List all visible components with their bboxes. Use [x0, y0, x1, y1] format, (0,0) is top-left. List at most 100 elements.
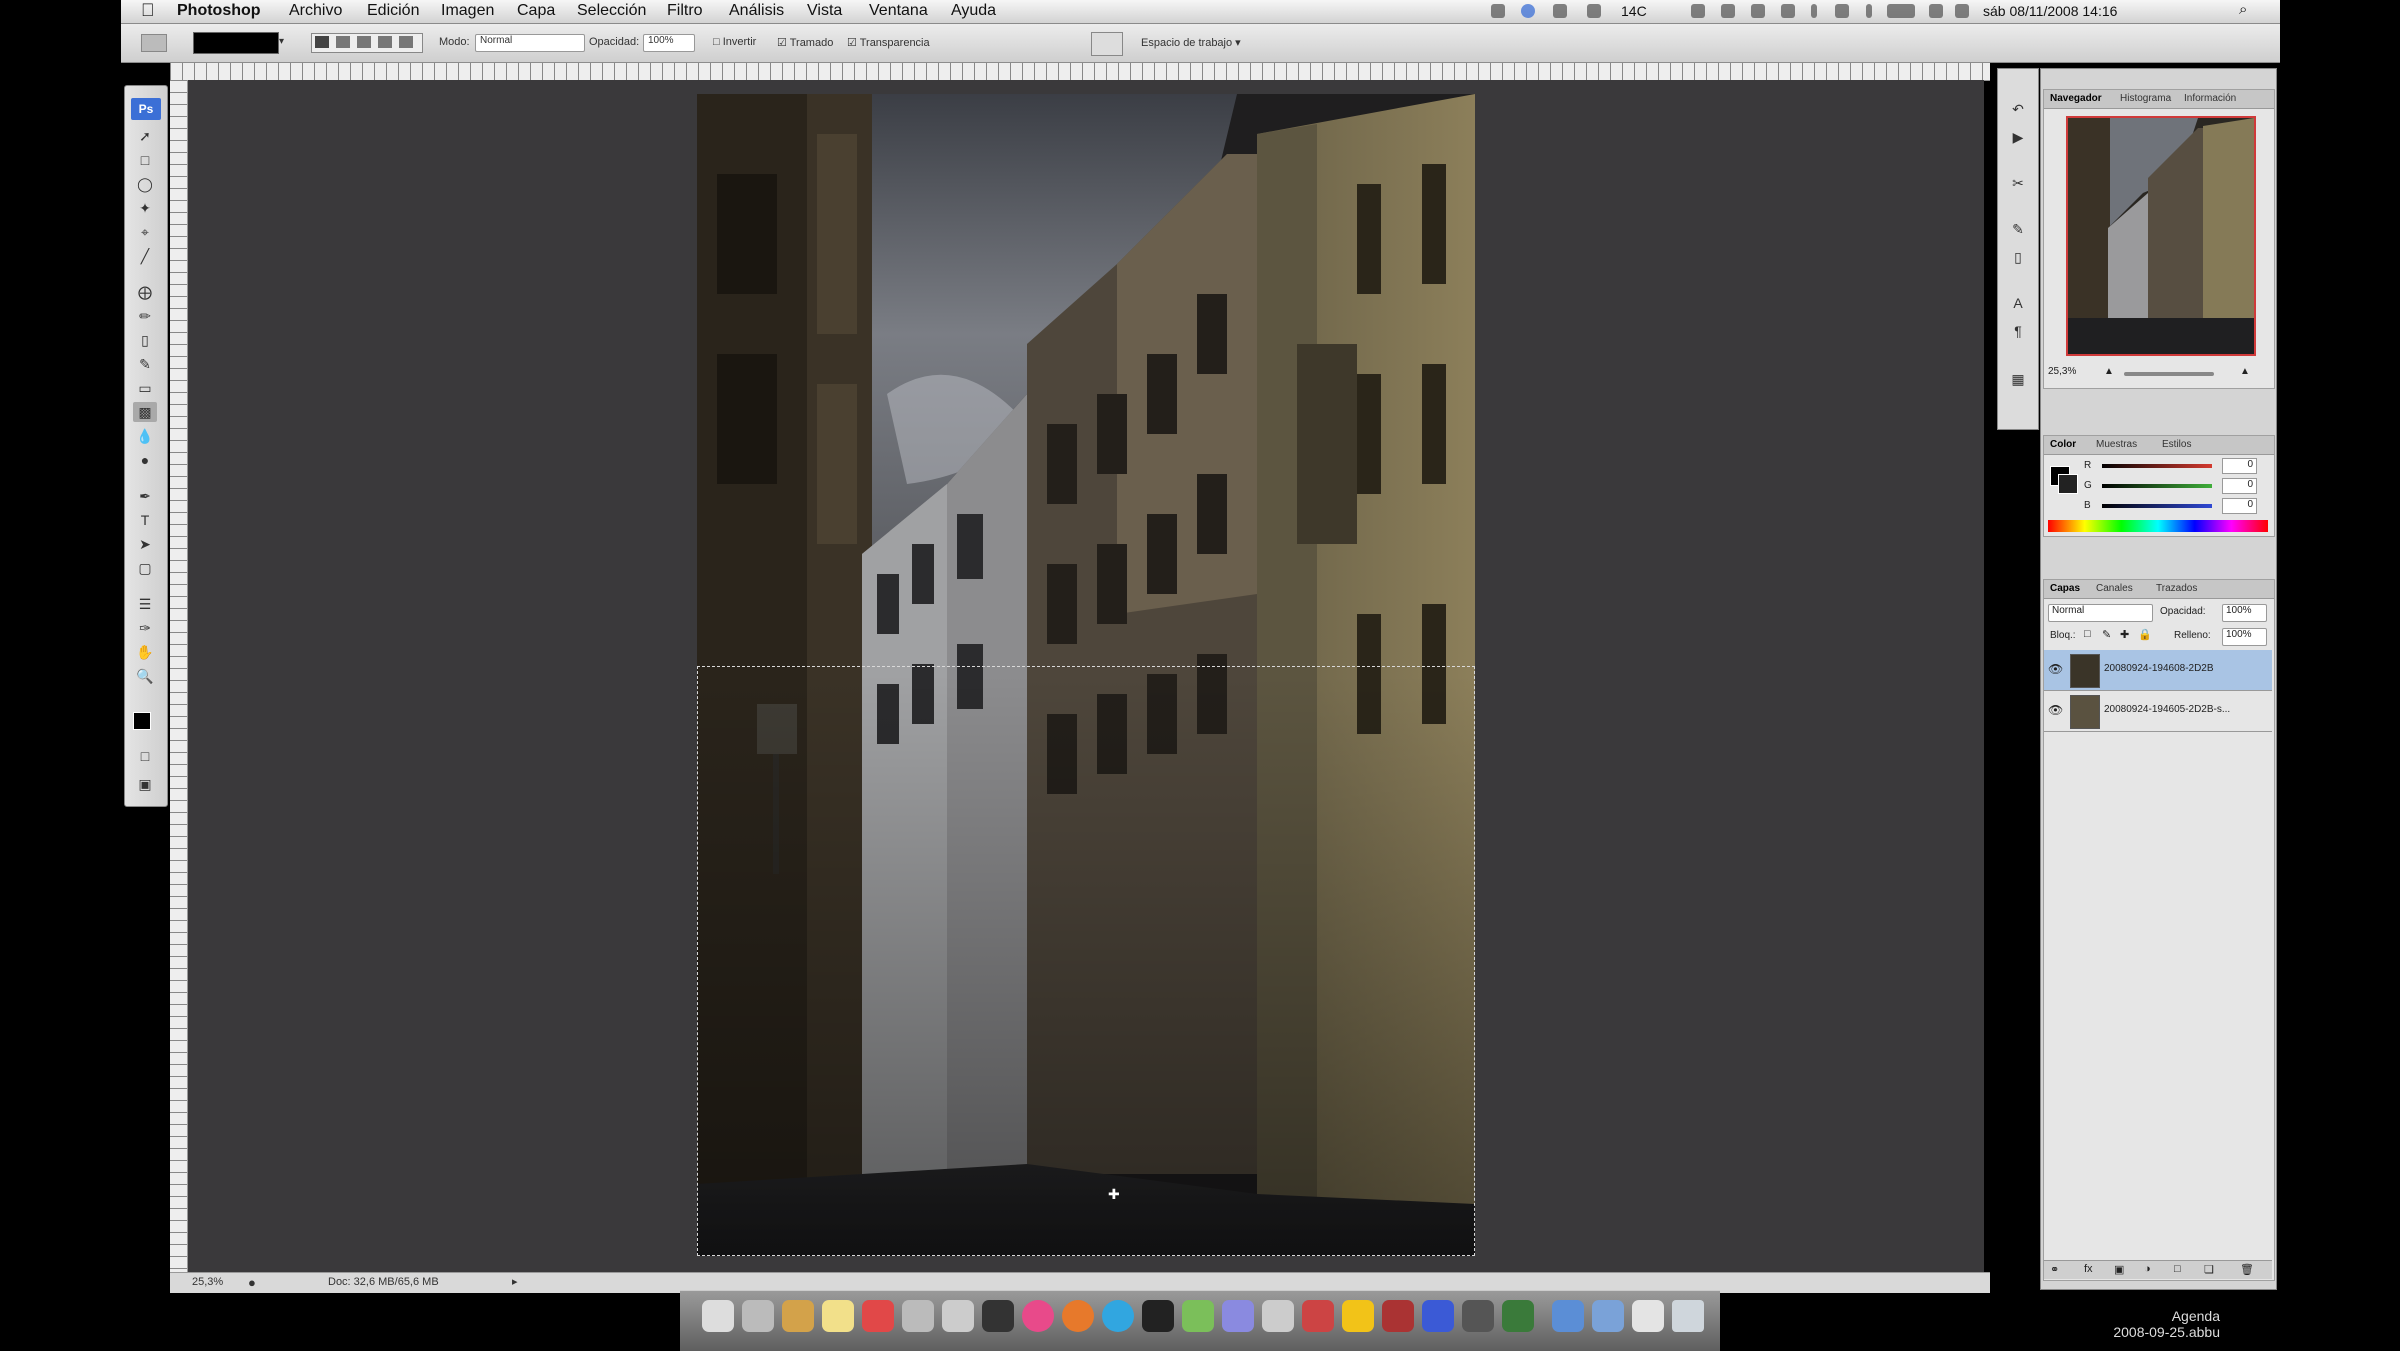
- workspace-menu[interactable]: Espacio de trabajo ▾: [1141, 36, 1241, 49]
- desktop-file-agenda[interactable]: Agenda 2008-09-25.abbu: [2050, 1308, 2220, 1340]
- new-layer-icon[interactable]: ❏: [2204, 1263, 2214, 1276]
- zoom-out-icon[interactable]: ▲: [2104, 366, 2114, 377]
- blur-tool-icon[interactable]: 💧: [133, 426, 157, 446]
- menu-imagen[interactable]: Imagen: [441, 2, 494, 20]
- lock-position-icon[interactable]: ✚: [2120, 628, 2129, 641]
- app-2-dock-icon[interactable]: [1462, 1300, 1494, 1332]
- document-image[interactable]: ✚: [697, 94, 1475, 1256]
- eyedropper-tool-icon[interactable]: ✑: [133, 618, 157, 638]
- quick-mask-icon[interactable]: □: [133, 746, 157, 766]
- character-panel-icon[interactable]: A: [2006, 293, 2030, 313]
- shape-tool-icon[interactable]: ▢: [133, 558, 157, 578]
- tab-canales[interactable]: Canales: [2096, 583, 2133, 594]
- lock-all-icon[interactable]: 🔒: [2138, 628, 2152, 641]
- xcode-dock-icon[interactable]: [1422, 1300, 1454, 1332]
- pen-tool-icon[interactable]: ✒: [133, 486, 157, 506]
- spotlight-search-icon[interactable]: ⌕: [2239, 1, 2247, 18]
- menubar-clock[interactable]: sáb 08/11/2008 14:16: [1983, 3, 2117, 19]
- finder-dock-icon[interactable]: [702, 1300, 734, 1332]
- red-value[interactable]: 0: [2222, 458, 2257, 474]
- zoom-level[interactable]: 25,3%: [192, 1276, 223, 1288]
- menu-filtro[interactable]: Filtro: [667, 2, 703, 20]
- preview-dock-icon[interactable]: [902, 1300, 934, 1332]
- layer-opacity-field[interactable]: 100%: [2222, 604, 2267, 622]
- history-brush-tool-icon[interactable]: ✎: [133, 354, 157, 374]
- volume-icon[interactable]: [1955, 4, 1969, 18]
- screen-mode-icon[interactable]: ▣: [133, 774, 157, 794]
- app-dock-icon[interactable]: [1222, 1300, 1254, 1332]
- zoom-slider[interactable]: [2124, 372, 2214, 376]
- crop-tool-icon[interactable]: ⌖: [133, 222, 157, 242]
- eject-icon[interactable]: [1929, 4, 1943, 18]
- menu-seleccion[interactable]: Selección: [577, 2, 646, 20]
- link-layers-icon[interactable]: ⚭: [2050, 1263, 2059, 1276]
- tab-navegador[interactable]: Navegador: [2050, 93, 2102, 104]
- trash-dock-icon[interactable]: [1672, 1300, 1704, 1332]
- actions-panel-icon[interactable]: ▶: [2006, 127, 2030, 147]
- menu-analisis[interactable]: Análisis: [729, 2, 784, 20]
- ical-dock-icon[interactable]: [862, 1300, 894, 1332]
- temperature-readout[interactable]: 14C: [1621, 3, 1647, 19]
- layer-row[interactable]: 👁 20080924-194605-2D2B-s...: [2044, 691, 2272, 732]
- battery-menu-icon[interactable]: [1866, 4, 1872, 18]
- mode-select[interactable]: Normal: [475, 34, 585, 52]
- clone-source-panel-icon[interactable]: ▯: [2006, 247, 2030, 267]
- healing-brush-tool-icon[interactable]: ⨁: [133, 282, 157, 302]
- activity-monitor-dock-icon[interactable]: [1502, 1300, 1534, 1332]
- status-info-icon[interactable]: ●: [248, 1275, 256, 1290]
- notes-dock-icon[interactable]: [822, 1300, 854, 1332]
- gradient-swatch[interactable]: [193, 32, 279, 54]
- time-machine-icon[interactable]: [1781, 4, 1795, 18]
- clock-sync-icon[interactable]: [1521, 4, 1535, 18]
- tool-dock-icon[interactable]: [1382, 1300, 1414, 1332]
- headphones-icon[interactable]: [1691, 4, 1705, 18]
- new-group-icon[interactable]: □: [2174, 1263, 2181, 1275]
- display-icon[interactable]: [1751, 4, 1765, 18]
- gradient-tool-preset-icon[interactable]: [141, 34, 167, 52]
- green-slider[interactable]: [2102, 484, 2212, 488]
- zoom-tool-icon[interactable]: 🔍: [133, 666, 157, 686]
- lasso-tool-icon[interactable]: ◯: [133, 174, 157, 194]
- fill-field[interactable]: 100%: [2222, 628, 2267, 646]
- layer-visibility-eye-icon[interactable]: 👁: [2048, 662, 2063, 676]
- tab-capas[interactable]: Capas: [2050, 583, 2080, 594]
- address-book-dock-icon[interactable]: [782, 1300, 814, 1332]
- adjustment-layer-icon[interactable]: ◑: [2144, 1263, 2151, 1275]
- delete-layer-icon[interactable]: 🗑: [2240, 1263, 2254, 1276]
- layer-style-icon[interactable]: fx: [2084, 1263, 2093, 1275]
- apple-menu-icon[interactable]: : [141, 0, 155, 21]
- menu-edicion[interactable]: Edición: [367, 2, 419, 20]
- invert-checkbox[interactable]: □ Invertir: [713, 36, 756, 48]
- clone-stamp-tool-icon[interactable]: ▯: [133, 330, 157, 350]
- wifi-icon[interactable]: [1835, 4, 1849, 18]
- menu-ayuda[interactable]: Ayuda: [951, 2, 996, 20]
- menu-capa[interactable]: Capa: [517, 2, 555, 20]
- tab-color[interactable]: Color: [2050, 439, 2076, 450]
- menu-archivo[interactable]: Archivo: [289, 2, 342, 20]
- sync-icon[interactable]: [1721, 4, 1735, 18]
- menu-app-name[interactable]: Photoshop: [177, 2, 261, 20]
- utility-dock-icon[interactable]: [1182, 1300, 1214, 1332]
- status-menu-arrow-icon[interactable]: ▸: [512, 1275, 518, 1288]
- itunes-dock-icon[interactable]: [1022, 1300, 1054, 1332]
- zoom-in-icon[interactable]: ▲: [2240, 366, 2250, 377]
- color-bg-swatch[interactable]: [2058, 474, 2078, 494]
- upload-dock-icon[interactable]: [1262, 1300, 1294, 1332]
- palette-well-icon[interactable]: [1091, 32, 1123, 56]
- blend-mode-select[interactable]: Normal: [2048, 604, 2153, 622]
- dither-checkbox[interactable]: ☑ Tramado: [777, 36, 833, 49]
- tab-histograma[interactable]: Histograma: [2120, 93, 2171, 104]
- layer-mask-icon[interactable]: ▣: [2114, 1263, 2124, 1276]
- documents-folder-dock-icon[interactable]: [1592, 1300, 1624, 1332]
- green-value[interactable]: 0: [2222, 478, 2257, 494]
- textedit-dock-icon[interactable]: [942, 1300, 974, 1332]
- color-spectrum-bar[interactable]: [2048, 520, 2268, 532]
- transparency-checkbox[interactable]: ☑ Transparencia: [847, 36, 930, 49]
- navigator-thumbnail[interactable]: [2066, 116, 2256, 356]
- eraser-tool-icon[interactable]: ▭: [133, 378, 157, 398]
- tab-trazados[interactable]: Trazados: [2156, 583, 2197, 594]
- layer-row[interactable]: 👁 20080924-194608-2D2B: [2044, 650, 2272, 691]
- navigator-zoom-value[interactable]: 25,3%: [2048, 366, 2076, 377]
- doc-size[interactable]: Doc: 32,6 MB/65,6 MB: [328, 1276, 439, 1288]
- selection-marquee[interactable]: [697, 666, 1475, 1256]
